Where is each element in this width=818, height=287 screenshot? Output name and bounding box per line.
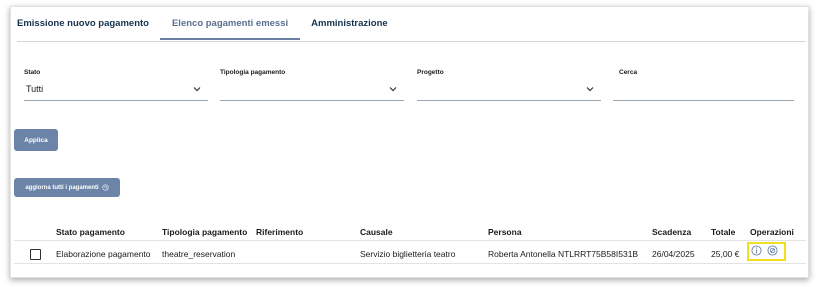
- cell-tipologia-pagamento: theatre_reservation: [162, 249, 236, 259]
- refresh-icon: [102, 184, 109, 191]
- col-header-tipologia-pagamento: Tipologia pagamento: [162, 227, 248, 237]
- progetto-select[interactable]: [417, 80, 601, 101]
- tab-elenco-pagamenti-emessi[interactable]: Elenco pagamenti emessi: [159, 14, 301, 40]
- refresh-all-payments-button[interactable]: aggiorna tutti i pagamenti: [14, 178, 120, 197]
- refresh-button-label: aggiorna tutti i pagamenti: [25, 184, 99, 191]
- table-header-divider: [14, 240, 806, 241]
- apply-button[interactable]: Applica: [14, 129, 58, 151]
- stato-select[interactable]: Tutti: [24, 80, 208, 101]
- apply-button-label: Applica: [24, 136, 48, 144]
- tipologia-label: Tipologia pagamento: [220, 69, 286, 76]
- tab-divider: [17, 41, 806, 42]
- col-header-riferimento: Riferimento: [256, 227, 304, 237]
- col-header-causale: Causale: [360, 227, 393, 237]
- col-header-persona: Persona: [488, 227, 522, 237]
- info-icon[interactable]: [751, 245, 762, 256]
- col-header-stato-pagamento: Stato pagamento: [56, 227, 125, 237]
- tab-emissione-nuovo-pagamento[interactable]: Emissione nuovo pagamento: [17, 14, 149, 38]
- chevron-down-icon: [586, 87, 594, 92]
- stato-select-value: Tutti: [26, 84, 44, 94]
- cerca-label: Cerca: [619, 69, 638, 76]
- cell-causale: Servizio biglietteria teatro: [360, 249, 456, 259]
- row-select-checkbox[interactable]: [30, 249, 41, 260]
- progetto-label: Progetto: [417, 69, 444, 76]
- tab-bar: Emissione nuovo pagamento Elenco pagamen…: [17, 14, 411, 42]
- col-header-scadenza: Scadenza: [652, 227, 692, 237]
- app-frame: [10, 6, 809, 278]
- cell-stato-pagamento: Elaborazione pagamento: [56, 249, 151, 259]
- tipologia-select[interactable]: [220, 80, 404, 101]
- table-row-divider: [14, 263, 806, 264]
- chevron-down-icon: [193, 87, 201, 92]
- col-header-totale: Totale: [711, 227, 736, 237]
- stato-label: Stato: [24, 69, 41, 76]
- cell-persona: Roberta Antonella NTLRRT75B58I531B: [488, 249, 639, 259]
- cell-totale: 25,00 €: [711, 249, 740, 259]
- col-header-operazioni: Operazioni: [750, 227, 794, 237]
- tab-amministrazione[interactable]: Amministrazione: [311, 14, 388, 38]
- cerca-input[interactable]: [613, 80, 794, 101]
- chevron-down-icon: [389, 87, 397, 92]
- cancel-icon[interactable]: [767, 245, 778, 256]
- cell-scadenza: 26/04/2025: [652, 249, 695, 259]
